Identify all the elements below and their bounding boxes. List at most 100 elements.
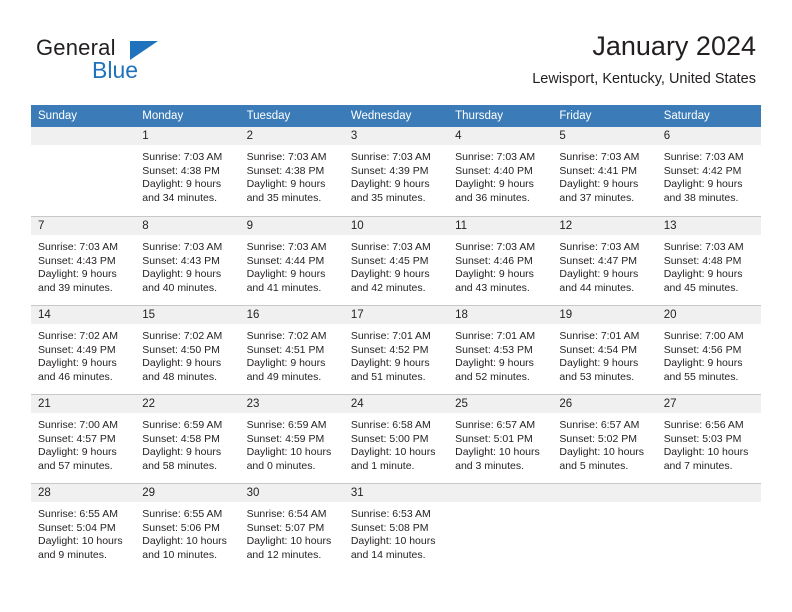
sunrise-text: Sunrise: 7:03 AM [142, 241, 223, 253]
general-blue-logo[interactable]: General Blue [36, 36, 236, 86]
day-details: Sunrise: 6:59 AM Sunset: 4:59 PM Daylight:… [240, 413, 344, 473]
calendar-day-cell[interactable]: 15 Sunrise: 7:02 AM Sunset: 4:50 PM Dayligh… [135, 305, 240, 394]
daylight-text-line1: Daylight: 9 hours [246, 178, 326, 191]
sunset-text: Sunset: 4:43 PM [142, 254, 220, 267]
calendar-day-cell[interactable]: 26 Sunrise: 6:57 AM Sunset: 5:02 PM Dayligh… [552, 394, 657, 483]
sunrise-text: Sunrise: 7:03 AM [559, 151, 640, 163]
sunrise-text: Sunrise: 7:01 AM [350, 330, 431, 342]
calendar-day-cell[interactable]: 2 Sunrise: 7:03 AM Sunset: 4:38 PM Daylight… [239, 127, 344, 216]
day-details: Sunrise: 7:02 AM Sunset: 4:51 PM Daylight:… [240, 324, 344, 384]
calendar-day-cell[interactable]: 23 Sunrise: 6:59 AM Sunset: 4:59 PM Dayligh… [239, 394, 344, 483]
day-details: Sunrise: 7:03 AM Sunset: 4:40 PM Daylight:… [448, 145, 552, 205]
sunrise-text: Sunrise: 7:01 AM [559, 330, 640, 342]
calendar-day-cell[interactable]: 8 Sunrise: 7:03 AM Sunset: 4:43 PM Daylight… [135, 216, 240, 305]
calendar-day-cell[interactable]: 13 Sunrise: 7:03 AM Sunset: 4:48 PM Dayligh… [656, 216, 761, 305]
calendar-day-cell[interactable]: 22 Sunrise: 6:59 AM Sunset: 4:58 PM Dayligh… [135, 394, 240, 483]
daylight-text-line2: and 36 minutes. [455, 191, 530, 204]
day-details: Sunrise: 7:03 AM Sunset: 4:47 PM Daylight:… [552, 235, 656, 295]
calendar-cell-empty [448, 483, 553, 572]
sunset-text: Sunset: 4:40 PM [455, 164, 533, 177]
calendar-day-cell[interactable]: 4 Sunrise: 7:03 AM Sunset: 4:40 PM Daylight… [448, 127, 553, 216]
daylight-text-line2: and 43 minutes. [455, 281, 530, 294]
calendar-day-cell[interactable]: 12 Sunrise: 7:03 AM Sunset: 4:47 PM Dayligh… [552, 216, 657, 305]
sunrise-text: Sunrise: 7:03 AM [455, 241, 536, 253]
sunrise-text: Sunrise: 7:00 AM [663, 330, 744, 342]
day-details: Sunrise: 6:58 AM Sunset: 5:00 PM Daylight:… [344, 413, 448, 473]
calendar-day-cell[interactable]: 14 Sunrise: 7:02 AM Sunset: 4:49 PM Dayligh… [31, 305, 136, 394]
day-number: 12 [552, 217, 657, 235]
daylight-text-line2: and 42 minutes. [350, 281, 426, 294]
calendar-cell-empty [656, 483, 761, 572]
day-details: Sunrise: 6:55 AM Sunset: 5:06 PM Daylight:… [135, 502, 239, 562]
day-details: Sunrise: 7:03 AM Sunset: 4:43 PM Daylight:… [31, 235, 135, 295]
sunset-text: Sunset: 4:58 PM [142, 432, 220, 445]
calendar-day-cell[interactable]: 1 Sunrise: 7:03 AM Sunset: 4:38 PM Daylight… [135, 127, 240, 216]
daylight-text-line2: and 3 minutes. [455, 459, 525, 472]
daylight-text-line1: Daylight: 9 hours [455, 357, 534, 370]
daylight-text-line1: Daylight: 10 hours [455, 446, 540, 459]
calendar-day-cell[interactable]: 19 Sunrise: 7:01 AM Sunset: 4:54 PM Dayligh… [552, 305, 657, 394]
sunrise-text: Sunrise: 7:02 AM [38, 330, 118, 342]
sunset-text: Sunset: 4:49 PM [38, 343, 116, 356]
day-details: Sunrise: 6:55 AM Sunset: 5:04 PM Daylight:… [31, 502, 135, 562]
day-number [448, 484, 553, 502]
day-details: Sunrise: 7:03 AM Sunset: 4:41 PM Daylight:… [552, 145, 656, 205]
daylight-text-line1: Daylight: 10 hours [350, 446, 436, 459]
calendar-week-row: 21 Sunrise: 7:00 AM Sunset: 4:57 PM Dayligh… [31, 394, 761, 483]
calendar-day-cell[interactable]: 28 Sunrise: 6:55 AM Sunset: 5:04 PM Dayligh… [31, 483, 136, 572]
daylight-text-line2: and 46 minutes. [38, 370, 113, 383]
sunset-text: Sunset: 4:56 PM [663, 343, 742, 356]
daylight-text-line1: Daylight: 10 hours [663, 446, 749, 459]
calendar-day-cell[interactable]: 30 Sunrise: 6:54 AM Sunset: 5:07 PM Dayligh… [239, 483, 344, 572]
calendar-day-cell[interactable]: 17 Sunrise: 7:01 AM Sunset: 4:52 PM Dayligh… [343, 305, 449, 394]
day-number: 19 [552, 306, 657, 324]
daylight-text-line2: and 0 minutes. [246, 459, 316, 472]
weekday-header-sunday: Sunday [31, 105, 136, 127]
calendar-day-cell[interactable]: 7 Sunrise: 7:03 AM Sunset: 4:43 PM Daylight… [31, 216, 136, 305]
page-header: General Blue January 2024 Lewisport, Ken… [0, 0, 792, 100]
calendar-day-cell[interactable]: 20 Sunrise: 7:00 AM Sunset: 4:56 PM Dayligh… [656, 305, 761, 394]
calendar-day-cell[interactable]: 9 Sunrise: 7:03 AM Sunset: 4:44 PM Daylight… [239, 216, 344, 305]
calendar-day-cell[interactable]: 21 Sunrise: 7:00 AM Sunset: 4:57 PM Dayligh… [31, 394, 136, 483]
sunset-text: Sunset: 4:42 PM [663, 164, 742, 177]
calendar-day-cell[interactable]: 6 Sunrise: 7:03 AM Sunset: 4:42 PM Daylight… [656, 127, 761, 216]
sunrise-text: Sunrise: 7:03 AM [350, 241, 431, 253]
daylight-text-line2: and 48 minutes. [142, 370, 217, 383]
daylight-text-line2: and 40 minutes. [142, 281, 217, 294]
day-number: 2 [239, 127, 344, 145]
day-number: 29 [135, 484, 240, 502]
day-details: Sunrise: 6:56 AM Sunset: 5:03 PM Daylight:… [657, 413, 761, 473]
calendar-day-cell[interactable]: 27 Sunrise: 6:56 AM Sunset: 5:03 PM Dayligh… [656, 394, 761, 483]
calendar-day-cell[interactable]: 16 Sunrise: 7:02 AM Sunset: 4:51 PM Dayligh… [239, 305, 344, 394]
calendar-day-cell[interactable]: 25 Sunrise: 6:57 AM Sunset: 5:01 PM Dayligh… [448, 394, 553, 483]
calendar-day-cell[interactable]: 31 Sunrise: 6:53 AM Sunset: 5:08 PM Dayligh… [343, 483, 449, 572]
daylight-text-line2: and 7 minutes. [663, 459, 733, 472]
daylight-text-line1: Daylight: 9 hours [142, 178, 222, 191]
day-details: Sunrise: 7:03 AM Sunset: 4:42 PM Daylight:… [657, 145, 761, 205]
daylight-text-line1: Daylight: 9 hours [142, 268, 222, 281]
calendar-day-cell[interactable]: 11 Sunrise: 7:03 AM Sunset: 4:46 PM Dayligh… [448, 216, 553, 305]
day-number: 17 [343, 306, 449, 324]
day-details: Sunrise: 7:03 AM Sunset: 4:39 PM Daylight:… [344, 145, 448, 205]
calendar-day-cell[interactable]: 24 Sunrise: 6:58 AM Sunset: 5:00 PM Dayligh… [343, 394, 449, 483]
day-number: 30 [239, 484, 344, 502]
daylight-text-line1: Daylight: 9 hours [559, 357, 639, 370]
calendar-day-cell[interactable]: 3 Sunrise: 7:03 AM Sunset: 4:39 PM Daylight… [343, 127, 449, 216]
day-number: 15 [135, 306, 240, 324]
sunset-text: Sunset: 5:03 PM [663, 432, 742, 445]
calendar-day-cell[interactable]: 18 Sunrise: 7:01 AM Sunset: 4:53 PM Dayligh… [448, 305, 553, 394]
day-details: Sunrise: 7:01 AM Sunset: 4:52 PM Daylight:… [344, 324, 448, 384]
sunrise-text: Sunrise: 7:03 AM [559, 241, 640, 253]
calendar-day-cell[interactable]: 29 Sunrise: 6:55 AM Sunset: 5:06 PM Dayligh… [135, 483, 240, 572]
calendar-day-cell[interactable]: 10 Sunrise: 7:03 AM Sunset: 4:45 PM Dayligh… [343, 216, 449, 305]
sunrise-text: Sunrise: 6:59 AM [246, 419, 327, 431]
daylight-text-line2: and 38 minutes. [663, 191, 739, 204]
weekday-header-tuesday: Tuesday [239, 105, 344, 127]
calendar-day-cell[interactable]: 5 Sunrise: 7:03 AM Sunset: 4:41 PM Daylight… [552, 127, 657, 216]
sunset-text: Sunset: 4:41 PM [559, 164, 638, 177]
sunset-text: Sunset: 5:00 PM [350, 432, 429, 445]
calendar-page: General Blue January 2024 Lewisport, Ken… [0, 0, 792, 612]
sunrise-text: Sunrise: 6:54 AM [246, 508, 327, 520]
day-number: 25 [448, 395, 553, 413]
day-details: Sunrise: 7:03 AM Sunset: 4:38 PM Daylight:… [135, 145, 239, 205]
